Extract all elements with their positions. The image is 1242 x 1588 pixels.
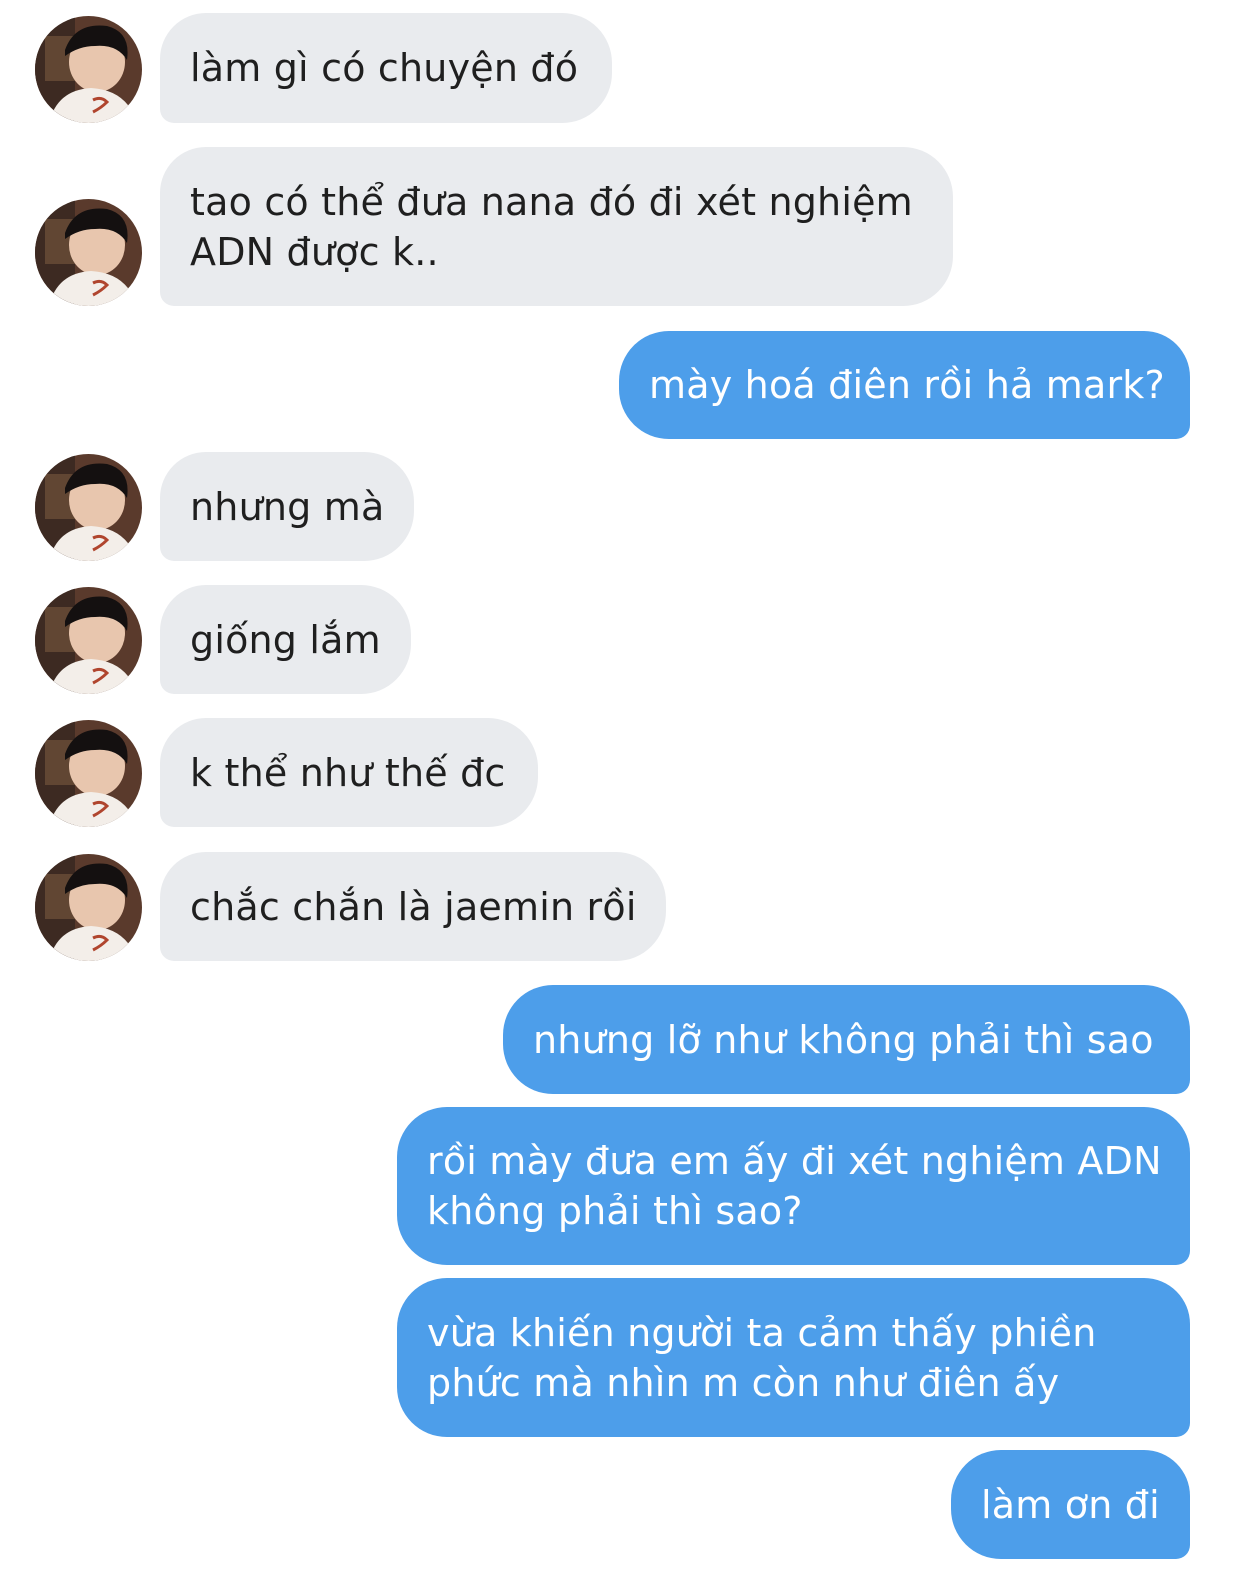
message-text: giống lắm [190, 617, 381, 662]
incoming-message-bubble[interactable]: k thể như thế đc [160, 718, 538, 827]
outgoing-message-bubble[interactable]: mày hoá điên rồi hả mark? [619, 331, 1190, 439]
incoming-message-bubble[interactable]: tao có thể đưa nana đó đi xét nghiệm ADN… [160, 147, 953, 306]
contact-avatar-photo-icon [35, 199, 142, 306]
message-text-line-1: tao có thể đưa nana đó đi xét nghiệm [190, 179, 913, 224]
incoming-message-bubble[interactable]: chắc chắn là jaemin rồi [160, 852, 666, 961]
contact-avatar[interactable] [35, 854, 142, 961]
outgoing-message-bubble[interactable]: làm ơn đi [951, 1450, 1190, 1559]
message-text-line-2: phức mà nhìn m còn như điên ấy [427, 1360, 1060, 1405]
message-text-line-2: không phải thì sao? [427, 1189, 803, 1233]
incoming-message-bubble[interactable]: giống lắm [160, 585, 411, 694]
contact-avatar[interactable] [35, 720, 142, 827]
message-text-line-1: vừa khiến người ta cảm thấy phiền [427, 1310, 1097, 1355]
contact-avatar[interactable] [35, 454, 142, 561]
message-text: làm ơn đi [981, 1482, 1160, 1527]
contact-avatar-photo-icon [35, 587, 142, 694]
contact-avatar-photo-icon [35, 720, 142, 827]
message-text: nhưng mà [190, 484, 385, 529]
message-text: nhưng lỡ như không phải thì sao [533, 1017, 1154, 1062]
message-text: mày hoá điên rồi hả mark? [649, 363, 1165, 407]
contact-avatar-photo-icon [35, 16, 142, 123]
message-text-line-2: ADN được k.. [190, 229, 439, 274]
incoming-message-bubble[interactable]: nhưng mà [160, 452, 414, 561]
message-text: chắc chắn là jaemin rồi [190, 884, 637, 929]
outgoing-message-bubble[interactable]: rồi mày đưa em ấy đi xét nghiệm ADN khôn… [397, 1107, 1190, 1265]
message-text: k thể như thế đc [190, 750, 506, 795]
contact-avatar-photo-icon [35, 454, 142, 561]
message-text-line-1: rồi mày đưa em ấy đi xét nghiệm ADN [427, 1139, 1162, 1183]
message-text: làm gì có chuyện đó [190, 46, 579, 90]
contact-avatar[interactable] [35, 587, 142, 694]
contact-avatar[interactable] [35, 16, 142, 123]
contact-avatar[interactable] [35, 199, 142, 306]
contact-avatar-photo-icon [35, 854, 142, 961]
incoming-message-bubble[interactable]: làm gì có chuyện đó [160, 13, 612, 123]
outgoing-message-bubble[interactable]: nhưng lỡ như không phải thì sao [503, 985, 1190, 1094]
outgoing-message-bubble[interactable]: vừa khiến người ta cảm thấy phiền phức m… [397, 1278, 1190, 1437]
